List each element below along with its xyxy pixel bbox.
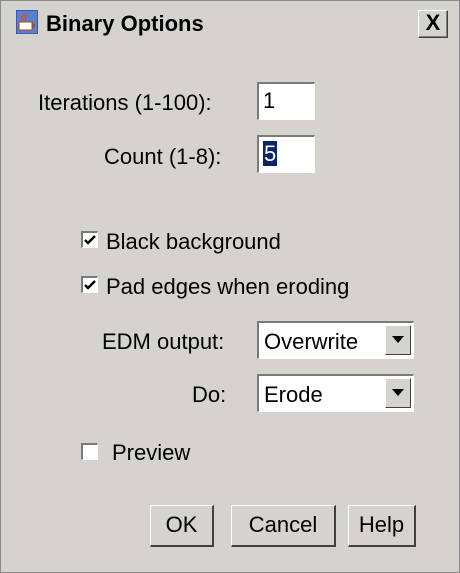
pad-edges-checkbox[interactable]	[81, 276, 98, 293]
black-background-checkbox[interactable]	[81, 231, 98, 248]
cancel-button[interactable]: Cancel	[231, 505, 336, 547]
close-icon: X	[425, 10, 441, 35]
check-icon	[84, 235, 96, 245]
black-background-label[interactable]: Black background	[106, 229, 281, 255]
title-bar[interactable]: Binary Options X	[4, 4, 456, 41]
binary-options-dialog: Binary Options X Iterations (1-100): 1 C…	[0, 0, 460, 573]
count-value: 5	[263, 141, 278, 166]
edm-output-dropdown-button[interactable]	[385, 325, 411, 355]
edm-output-label: EDM output:	[102, 329, 225, 354]
do-value: Erode	[264, 382, 323, 407]
chevron-down-icon	[392, 336, 404, 343]
window-title: Binary Options	[46, 11, 204, 36]
chevron-down-icon	[392, 389, 404, 396]
count-input[interactable]: 5	[257, 135, 315, 173]
preview-checkbox[interactable]	[81, 443, 98, 460]
close-button[interactable]: X	[418, 10, 448, 38]
ok-button[interactable]: OK	[150, 505, 214, 547]
preview-label[interactable]: Preview	[112, 440, 190, 466]
count-label: Count (1-8):	[104, 144, 222, 169]
iterations-value: 1	[263, 88, 276, 113]
iterations-label: Iterations (1-100):	[38, 90, 212, 115]
iterations-input[interactable]: 1	[257, 82, 315, 120]
edm-output-select[interactable]: Overwrite	[257, 321, 414, 359]
help-button[interactable]: Help	[348, 505, 416, 547]
check-icon	[84, 280, 96, 290]
edm-output-value: Overwrite	[264, 329, 359, 354]
do-dropdown-button[interactable]	[385, 378, 411, 408]
java-coffee-icon	[15, 9, 39, 35]
pad-edges-label[interactable]: Pad edges when eroding	[106, 274, 349, 300]
do-select[interactable]: Erode	[257, 374, 414, 412]
do-label: Do:	[192, 382, 227, 407]
